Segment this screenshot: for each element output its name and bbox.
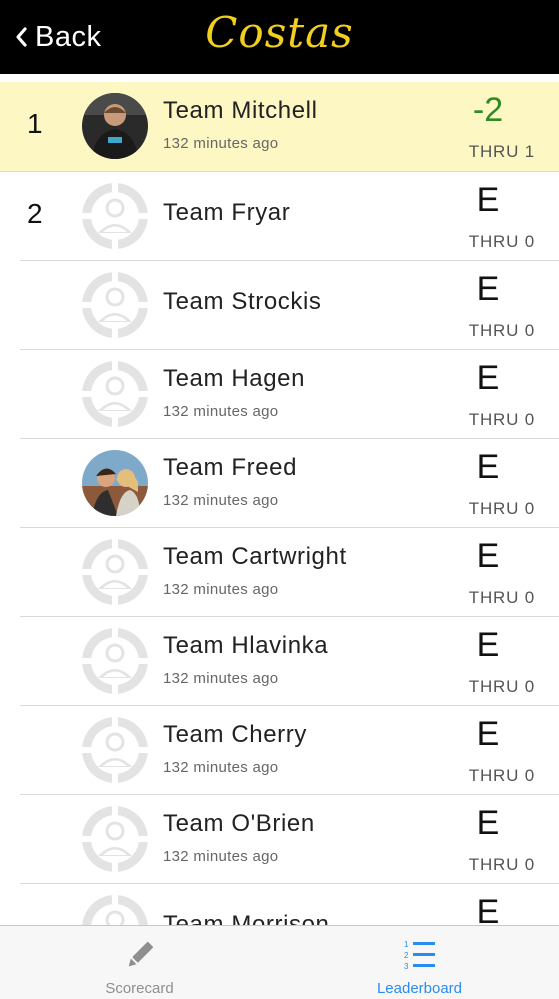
- holes-thru: THRU 0: [468, 499, 535, 518]
- user-placeholder-icon: [82, 717, 148, 783]
- leaderboard-row[interactable]: Team Strockis E THRU 0: [0, 261, 559, 350]
- app-logo: Costas: [205, 8, 354, 57]
- score-to-par: E: [476, 715, 500, 753]
- score-to-par: E: [476, 359, 500, 397]
- user-placeholder-icon: [82, 272, 148, 338]
- numbered-list-icon: 1 2 3: [403, 938, 437, 972]
- team-avatar-photo: [82, 450, 148, 516]
- last-updated-time: 132 minutes ago: [163, 581, 279, 598]
- score-to-par: E: [476, 626, 500, 664]
- holes-thru: THRU 0: [468, 588, 535, 607]
- score-to-par: E: [476, 537, 500, 575]
- svg-text:1: 1: [404, 940, 409, 949]
- leaderboard-row[interactable]: Team O'Brien 132 minutes ago E THRU 0: [0, 795, 559, 884]
- team-avatar-photo: [82, 93, 148, 159]
- holes-thru: THRU 0: [468, 766, 535, 785]
- holes-thru: THRU 0: [468, 410, 535, 429]
- leaderboard-row[interactable]: 1 Team Mitchell 132 minutes ago -2 THRU 1: [0, 82, 559, 172]
- holes-thru: THRU 0: [468, 855, 535, 874]
- tab-leaderboard[interactable]: 1 2 3 Leaderboard: [280, 926, 559, 999]
- leaderboard-row[interactable]: Team Hagen 132 minutes ago E THRU 0: [0, 350, 559, 439]
- team-name: Team Strockis: [163, 288, 322, 315]
- holes-thru: THRU 0: [468, 321, 535, 340]
- user-placeholder-icon: [82, 806, 148, 872]
- team-name: Team Mitchell: [163, 97, 318, 124]
- team-name: Team Hlavinka: [163, 632, 329, 659]
- rank-position: 1: [27, 108, 43, 139]
- rank-position: 2: [27, 198, 43, 229]
- team-name: Team Cartwright: [163, 543, 347, 570]
- last-updated-time: 132 minutes ago: [163, 403, 279, 420]
- team-name: Team O'Brien: [163, 810, 315, 837]
- last-updated-time: 132 minutes ago: [163, 848, 279, 865]
- nav-bar: Back Costas: [0, 0, 559, 74]
- holes-thru: THRU 0: [468, 677, 535, 696]
- team-name: Team Fryar: [163, 199, 291, 226]
- score-to-par: E: [476, 270, 500, 308]
- pencil-icon: [123, 938, 157, 972]
- svg-text:3: 3: [404, 962, 409, 971]
- last-updated-time: 132 minutes ago: [163, 670, 279, 687]
- leaderboard-row[interactable]: Team Hlavinka 132 minutes ago E THRU 0: [0, 617, 559, 706]
- last-updated-time: 132 minutes ago: [163, 135, 279, 152]
- tab-bar: Scorecard 1 2 3 Leaderboard: [0, 925, 559, 999]
- holes-thru: THRU 1: [468, 142, 535, 161]
- team-name: Team Cherry: [163, 721, 307, 748]
- score-to-par: E: [476, 181, 500, 219]
- user-placeholder-icon: [82, 628, 148, 694]
- score-to-par: E: [476, 804, 500, 842]
- user-placeholder-icon: [82, 895, 148, 925]
- holes-thru: THRU 0: [468, 232, 535, 251]
- user-placeholder-icon: [82, 361, 148, 427]
- team-name: Team Morrison: [163, 911, 330, 925]
- tab-leaderboard-label: Leaderboard: [376, 980, 463, 997]
- svg-text:2: 2: [404, 951, 409, 960]
- tab-scorecard[interactable]: Scorecard: [0, 926, 279, 999]
- score-to-par: -2: [472, 91, 504, 129]
- team-name: Team Hagen: [163, 365, 306, 392]
- last-updated-time: 132 minutes ago: [163, 492, 279, 509]
- user-placeholder-icon: [82, 183, 148, 249]
- leaderboard-row[interactable]: Team Freed 132 minutes ago E THRU 0: [0, 439, 559, 528]
- user-placeholder-icon: [82, 539, 148, 605]
- score-to-par: E: [476, 893, 500, 925]
- score-to-par: E: [476, 448, 500, 486]
- last-updated-time: 132 minutes ago: [163, 759, 279, 776]
- leaderboard-row[interactable]: Team Cartwright 132 minutes ago E THRU 0: [0, 528, 559, 617]
- leaderboard-row[interactable]: Team Morrison E: [0, 884, 559, 925]
- tab-scorecard-label: Scorecard: [105, 980, 174, 997]
- leaderboard-list[interactable]: 1 Team Mitchell 132 minutes ago -2 THRU 1 2 …: [0, 82, 559, 925]
- leaderboard-row[interactable]: Team Cherry 132 minutes ago E THRU 0: [0, 706, 559, 795]
- leaderboard-row[interactable]: 2 Team Fryar E THRU 0: [0, 172, 559, 261]
- team-name: Team Freed: [163, 454, 298, 481]
